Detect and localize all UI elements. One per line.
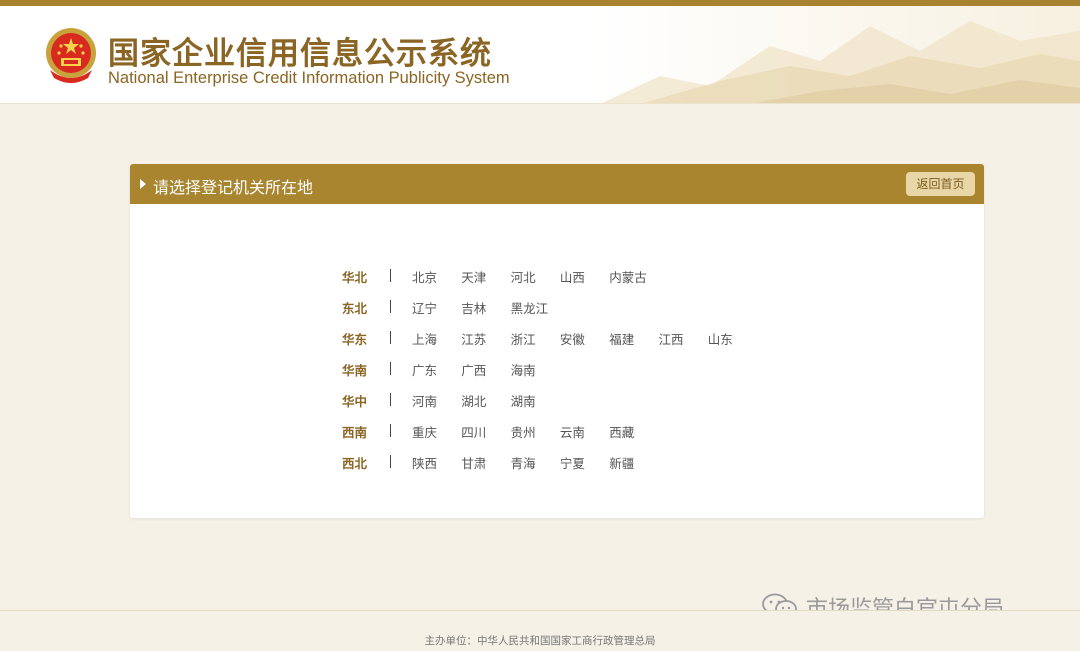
province-link[interactable]: 海南 xyxy=(511,360,536,379)
panel-title: 请选择登记机关所在地 xyxy=(153,178,314,197)
site-footer: 主办单位：中华人民共和国国家工商行政管理总局 xyxy=(0,610,1080,651)
back-home-button[interactable]: 返回首页 xyxy=(906,172,975,196)
national-emblem-icon xyxy=(46,28,96,83)
province-link[interactable]: 山西 xyxy=(560,267,585,286)
province-link[interactable]: 上海 xyxy=(412,329,437,348)
panel-header: 请选择登记机关所在地 返回首页 xyxy=(130,164,984,204)
province-link[interactable]: 河南 xyxy=(412,391,437,410)
province-link[interactable]: 四川 xyxy=(461,422,486,441)
province-link[interactable]: 湖北 xyxy=(461,391,486,410)
site-title-chinese: 国家企业信用信息公示系统 xyxy=(108,36,492,72)
site-header: 国家企业信用信息公示系统 National Enterprise Credit … xyxy=(0,6,1080,104)
region-separator xyxy=(390,424,391,437)
province-link[interactable]: 内蒙古 xyxy=(609,267,647,286)
region-name: 华东 xyxy=(342,332,368,347)
province-link[interactable]: 甘肃 xyxy=(461,453,486,472)
region-name: 华北 xyxy=(342,270,368,285)
province-link[interactable]: 江西 xyxy=(659,329,684,348)
province-link[interactable]: 河北 xyxy=(511,267,536,286)
province-link[interactable]: 安徽 xyxy=(560,329,585,348)
region-name: 华南 xyxy=(342,363,368,378)
province-link[interactable]: 辽宁 xyxy=(412,298,437,317)
province-link[interactable]: 吉林 xyxy=(461,298,486,317)
footer-sponsor-text: 主办单位：中华人民共和国国家工商行政管理总局 xyxy=(424,635,656,647)
province-link[interactable]: 黑龙江 xyxy=(511,298,549,317)
site-title-english: National Enterprise Credit Information P… xyxy=(108,69,510,87)
province-link[interactable]: 广东 xyxy=(412,360,437,379)
region-separator xyxy=(390,300,391,313)
province-link[interactable]: 陕西 xyxy=(412,453,437,472)
province-link[interactable]: 西藏 xyxy=(609,422,634,441)
region-separator xyxy=(390,362,391,375)
province-link[interactable]: 新疆 xyxy=(609,453,634,472)
region-name: 西北 xyxy=(342,456,368,471)
province-link[interactable]: 浙江 xyxy=(511,329,536,348)
mountain-decoration xyxy=(602,21,1080,103)
province-link[interactable]: 重庆 xyxy=(412,422,437,441)
region-select-panel: 请选择登记机关所在地 返回首页 华北 北京 天津 河北 山西 内蒙古东北 辽宁 吉林 黑龙江华东… xyxy=(130,164,984,518)
province-link[interactable]: 江苏 xyxy=(461,329,486,348)
province-link[interactable]: 云南 xyxy=(560,422,585,441)
region-separator xyxy=(390,269,391,282)
province-link[interactable]: 湖南 xyxy=(511,391,536,410)
province-link[interactable]: 贵州 xyxy=(511,422,536,441)
region-separator xyxy=(390,331,391,344)
region-name: 华中 xyxy=(342,394,368,409)
region-name: 西南 xyxy=(342,425,368,440)
province-link[interactable]: 北京 xyxy=(412,267,437,286)
province-link[interactable]: 福建 xyxy=(609,329,634,348)
region-name: 东北 xyxy=(342,301,368,316)
province-link[interactable]: 山东 xyxy=(708,329,733,348)
caret-right-icon xyxy=(140,179,146,189)
province-link[interactable]: 广西 xyxy=(461,360,486,379)
region-separator xyxy=(390,455,391,468)
province-link[interactable]: 青海 xyxy=(511,453,536,472)
province-link[interactable]: 宁夏 xyxy=(560,453,585,472)
region-separator xyxy=(390,393,391,406)
province-link[interactable]: 天津 xyxy=(461,267,486,286)
